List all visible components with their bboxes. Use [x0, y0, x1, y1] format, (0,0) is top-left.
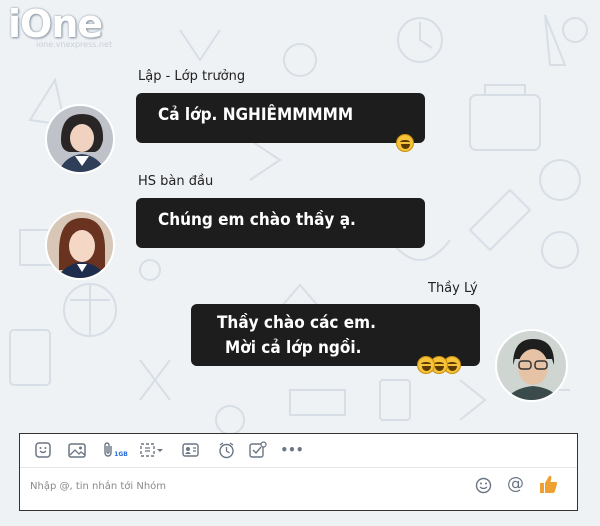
message-text: Chúng em chào thầy ạ. [158, 210, 356, 230]
image-icon[interactable] [67, 441, 87, 459]
composer-toolbar: 1GB ••• [20, 434, 577, 468]
message-text: Cả lớp. NGHIÊMMMMM [158, 105, 354, 125]
screenshot-icon[interactable] [138, 441, 166, 459]
thumbs-up-icon[interactable] [538, 474, 558, 498]
sender-name: HS bàn đầu [138, 174, 214, 189]
sender-name: Thầy Lý [428, 281, 478, 296]
more-icon[interactable]: ••• [281, 441, 304, 459]
reminder-icon[interactable] [216, 441, 236, 459]
sender-name: Lập - Lớp trưởng [138, 69, 246, 84]
file-size-badge: 1GB [114, 451, 128, 458]
contact-card-icon[interactable] [180, 441, 200, 459]
mention-icon[interactable]: @ [507, 474, 524, 494]
avatar[interactable] [495, 329, 568, 402]
message-composer: 1GB ••• Nhập @, tin nhắn tới Nhóm @ [19, 433, 578, 511]
attach-file-icon[interactable]: 1GB [100, 441, 130, 459]
message-bubble[interactable]: Cả lớp. NGHIÊMMMMM [136, 93, 425, 143]
task-icon[interactable] [248, 441, 268, 459]
avatar[interactable] [45, 210, 115, 280]
brand-tagline: ione.vnexpress.net [36, 40, 113, 49]
sticker-icon[interactable] [33, 441, 53, 459]
emoji-icon[interactable] [475, 477, 492, 498]
message-input[interactable]: Nhập @, tin nhắn tới Nhóm [30, 481, 166, 492]
laughing-emoji-icon [396, 134, 414, 152]
avatar[interactable] [45, 104, 115, 174]
message-text: Thầy chào các em. [217, 313, 376, 333]
message-bubble[interactable]: Chúng em chào thầy ạ. [136, 198, 425, 248]
laughing-emoji-icon [417, 356, 435, 374]
